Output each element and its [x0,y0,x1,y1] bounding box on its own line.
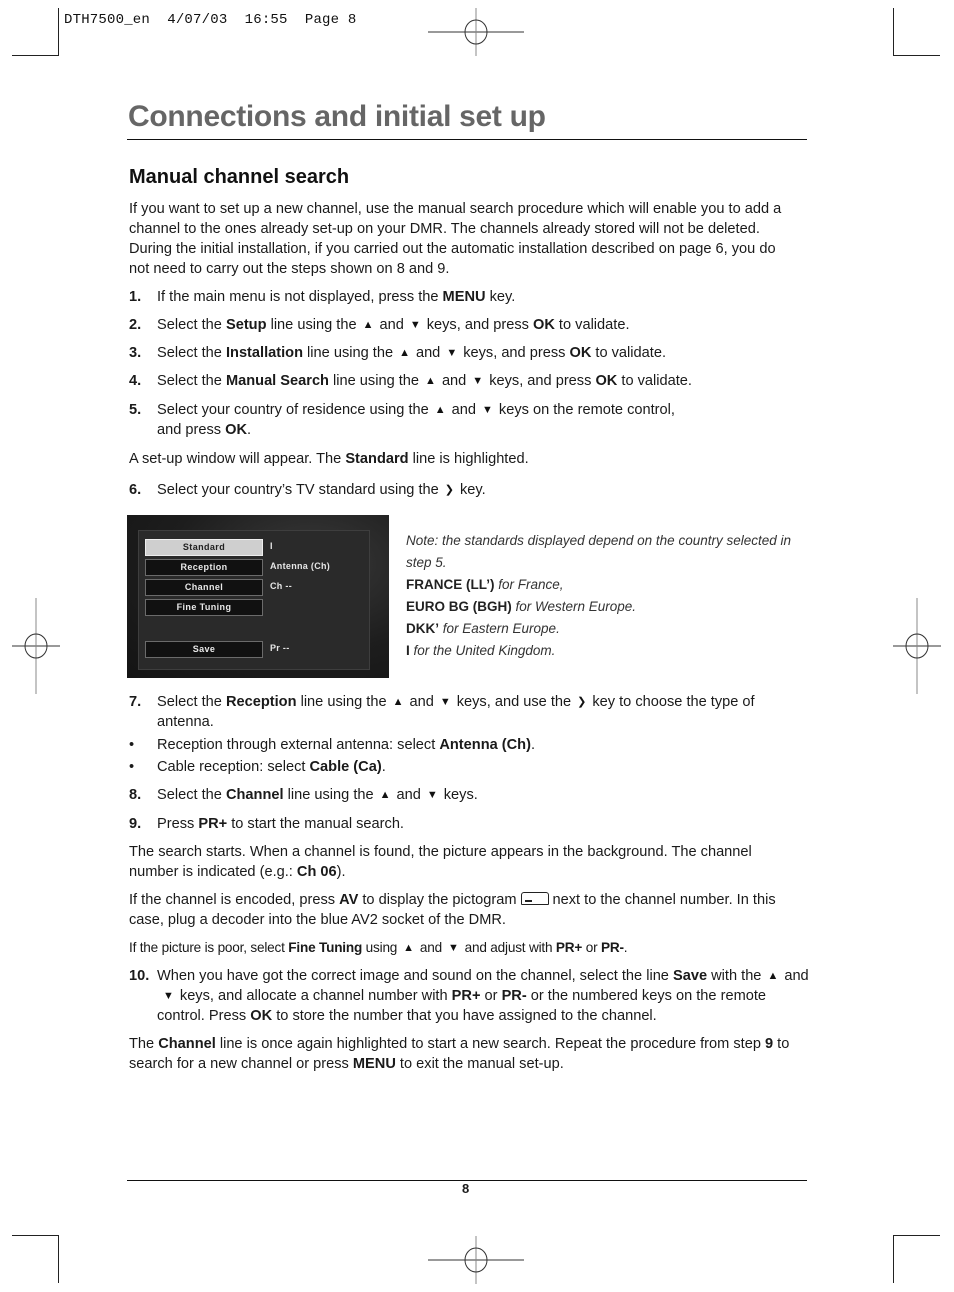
step-6: 6. Select your country’s TV standard usi… [129,482,486,498]
crop-mark [893,1235,940,1236]
bullet-icon: • [129,737,135,753]
crop-mark [893,8,894,56]
step-number: 1. [129,289,142,305]
standard-item: FRANCE (LL’) for France, [406,577,564,592]
registration-mark-icon [12,598,60,694]
printer-slug: DTH7500_en 4/07/03 16:55 Page 8 [64,12,357,28]
tv-menu-panel: Standard I Reception Antenna (Ch) Channe… [138,530,370,670]
up-arrow-icon: ▲ [425,375,436,387]
step-4: 4. Select the Manual Search line using t… [129,373,692,389]
standard-item: EURO BG (BGH) for Western Europe. [406,599,637,614]
crop-mark [12,1235,59,1236]
up-arrow-icon: ▲ [379,789,391,801]
step-8: 8. Select the Channel line using the ▲ and… [129,787,478,803]
section-heading: Manual channel search [129,166,350,188]
standard-item: I for the United Kingdom. [406,643,556,658]
down-arrow-icon: ▼ [446,347,458,359]
crop-mark [58,1235,59,1283]
encoded-paragraph: If the channel is encoded, press AV to d… [129,892,776,928]
standards-note: Note: the standards displayed depend on … [406,530,806,662]
crop-mark [58,8,59,56]
bullet-icon: • [129,759,135,775]
setup-window-paragraph: A set-up window will appear. The Standar… [129,451,529,467]
up-arrow-icon: ▲ [399,347,410,359]
tv-menu-screenshot: Standard I Reception Antenna (Ch) Channe… [127,515,389,678]
registration-mark-icon [893,598,941,694]
tv-menu-value: I [270,541,273,551]
down-arrow-icon: ▼ [482,404,493,416]
down-arrow-icon: ▼ [163,990,174,1002]
down-arrow-icon: ▼ [447,942,459,954]
step-3: 3. Select the Installation line using th… [129,345,666,361]
tv-menu-row-fine-tuning: Fine Tuning [145,599,263,616]
crop-mark [893,55,940,56]
decoder-pictogram-icon [520,892,549,905]
bullet-cable: • Cable reception: select Cable (Ca). [129,759,386,775]
step-10: 10. When you have got the correct image … [129,968,809,1024]
fine-tuning-paragraph: If the picture is poor, select Fine Tuni… [129,938,799,958]
registration-mark-icon [428,1236,524,1284]
closing-paragraph: The Channel line is once again highlight… [129,1036,790,1072]
intro-paragraph: If you want to set up a new channel, use… [129,201,782,277]
down-arrow-icon: ▼ [409,319,421,331]
tv-menu-row-save: Save [145,641,263,658]
up-arrow-icon: ▲ [434,404,446,416]
right-arrow-icon: ❯ [577,696,587,708]
note-intro: Note: the standards displayed depend on … [406,533,792,570]
crop-mark [12,55,59,56]
tv-menu-value: Ch -- [270,581,292,591]
up-arrow-icon: ▲ [403,942,414,954]
step-9: 9. Press PR+ to start the manual search. [129,816,404,832]
step-5: 5. Select your country of residence usin… [129,402,675,438]
down-arrow-icon: ▼ [439,696,451,708]
tv-menu-row-channel: Channel [145,579,263,596]
up-arrow-icon: ▲ [362,319,374,331]
bullet-antenna: • Reception through external antenna: se… [129,737,536,753]
title-divider [127,139,807,140]
registration-mark-icon [428,8,524,56]
down-arrow-icon: ▼ [472,375,484,387]
down-arrow-icon: ▼ [426,789,438,801]
page-title: Connections and initial set up [128,100,546,133]
step-7: 7. Select the Reception line using the ▲ a… [129,694,755,730]
up-arrow-icon: ▲ [392,696,404,708]
step-1: 1. If the main menu is not displayed, pr… [129,289,516,305]
tv-menu-value: Antenna (Ch) [270,561,331,571]
search-starts-paragraph: The search starts. When a channel is fou… [129,844,752,880]
crop-mark [893,1235,894,1283]
tv-menu-row-reception: Reception [145,559,263,576]
standard-item: DKK’ for Eastern Europe. [406,621,560,636]
tv-menu-row-standard: Standard [145,539,263,556]
up-arrow-icon: ▲ [767,970,779,982]
page-number: 8 [462,1181,470,1196]
tv-menu-value: Pr -- [270,643,290,653]
step-2: 2. Select the Setup line using the ▲ and ▼ k… [129,317,630,333]
right-arrow-icon: ❯ [444,484,454,496]
